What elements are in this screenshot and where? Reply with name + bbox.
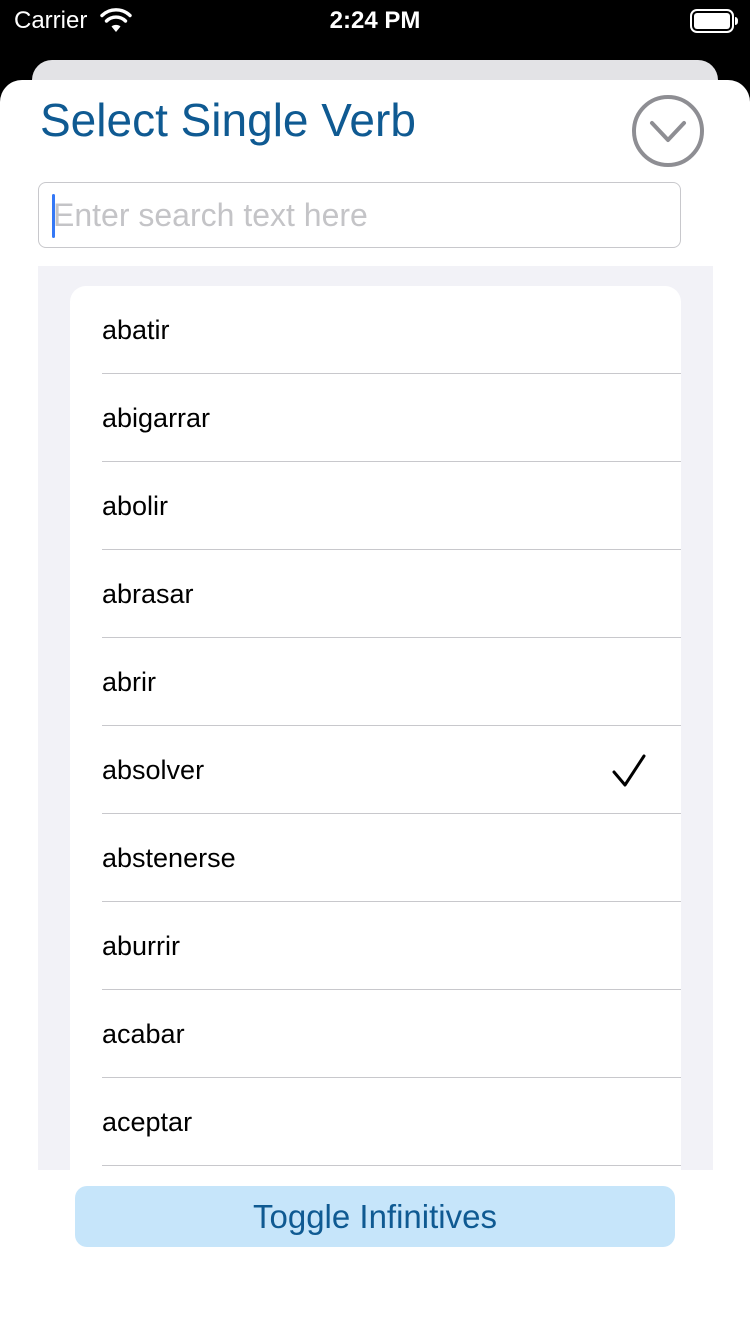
list-item[interactable]: acabar (70, 990, 681, 1078)
verb-list-area[interactable]: abatir abigarrar abolir abrasar abrir absolve… (38, 266, 713, 1170)
status-time: 2:24 PM (329, 7, 421, 34)
status-bar: Carrier 2:24 PM (0, 0, 750, 44)
verb-list: abatir abigarrar abolir abrasar abrir absolve… (70, 286, 681, 1170)
verb-label: abolir (102, 491, 169, 521)
verb-label: acabar (102, 1019, 185, 1049)
list-item[interactable]: aceptar (70, 1078, 681, 1166)
verb-label: aceptar (102, 1107, 193, 1137)
battery-icon (690, 9, 738, 33)
verb-label: acercar (102, 1166, 192, 1170)
list-item[interactable]: abigarrar (70, 374, 681, 462)
verb-label: abrir (102, 667, 157, 697)
verb-label: abigarrar (102, 403, 211, 433)
list-item[interactable]: abstenerse (70, 814, 681, 902)
page-title: Select Single Verb (40, 94, 416, 146)
list-item[interactable]: absolver (70, 726, 681, 814)
list-item[interactable]: abatir (70, 286, 681, 374)
verb-label: abrasar (102, 579, 194, 609)
verb-label: absolver (102, 755, 205, 785)
search-input[interactable] (53, 183, 673, 247)
verb-label: aburrir (102, 931, 181, 961)
toggle-infinitives-button[interactable]: Toggle Infinitives (75, 1186, 675, 1247)
list-item[interactable]: abrasar (70, 550, 681, 638)
list-item[interactable]: abrir (70, 638, 681, 726)
checkmark-icon (612, 754, 646, 787)
verb-label: abstenerse (102, 843, 236, 873)
list-item[interactable]: acercar (70, 1166, 681, 1170)
search-box[interactable] (38, 182, 681, 248)
list-item[interactable]: aburrir (70, 902, 681, 990)
list-item[interactable]: abolir (70, 462, 681, 550)
verb-picker-sheet: Select Single Verb abatir abigarrar abolir… (0, 80, 750, 1334)
chevron-down-circle-icon[interactable] (631, 94, 705, 168)
verb-label: abatir (102, 315, 170, 345)
